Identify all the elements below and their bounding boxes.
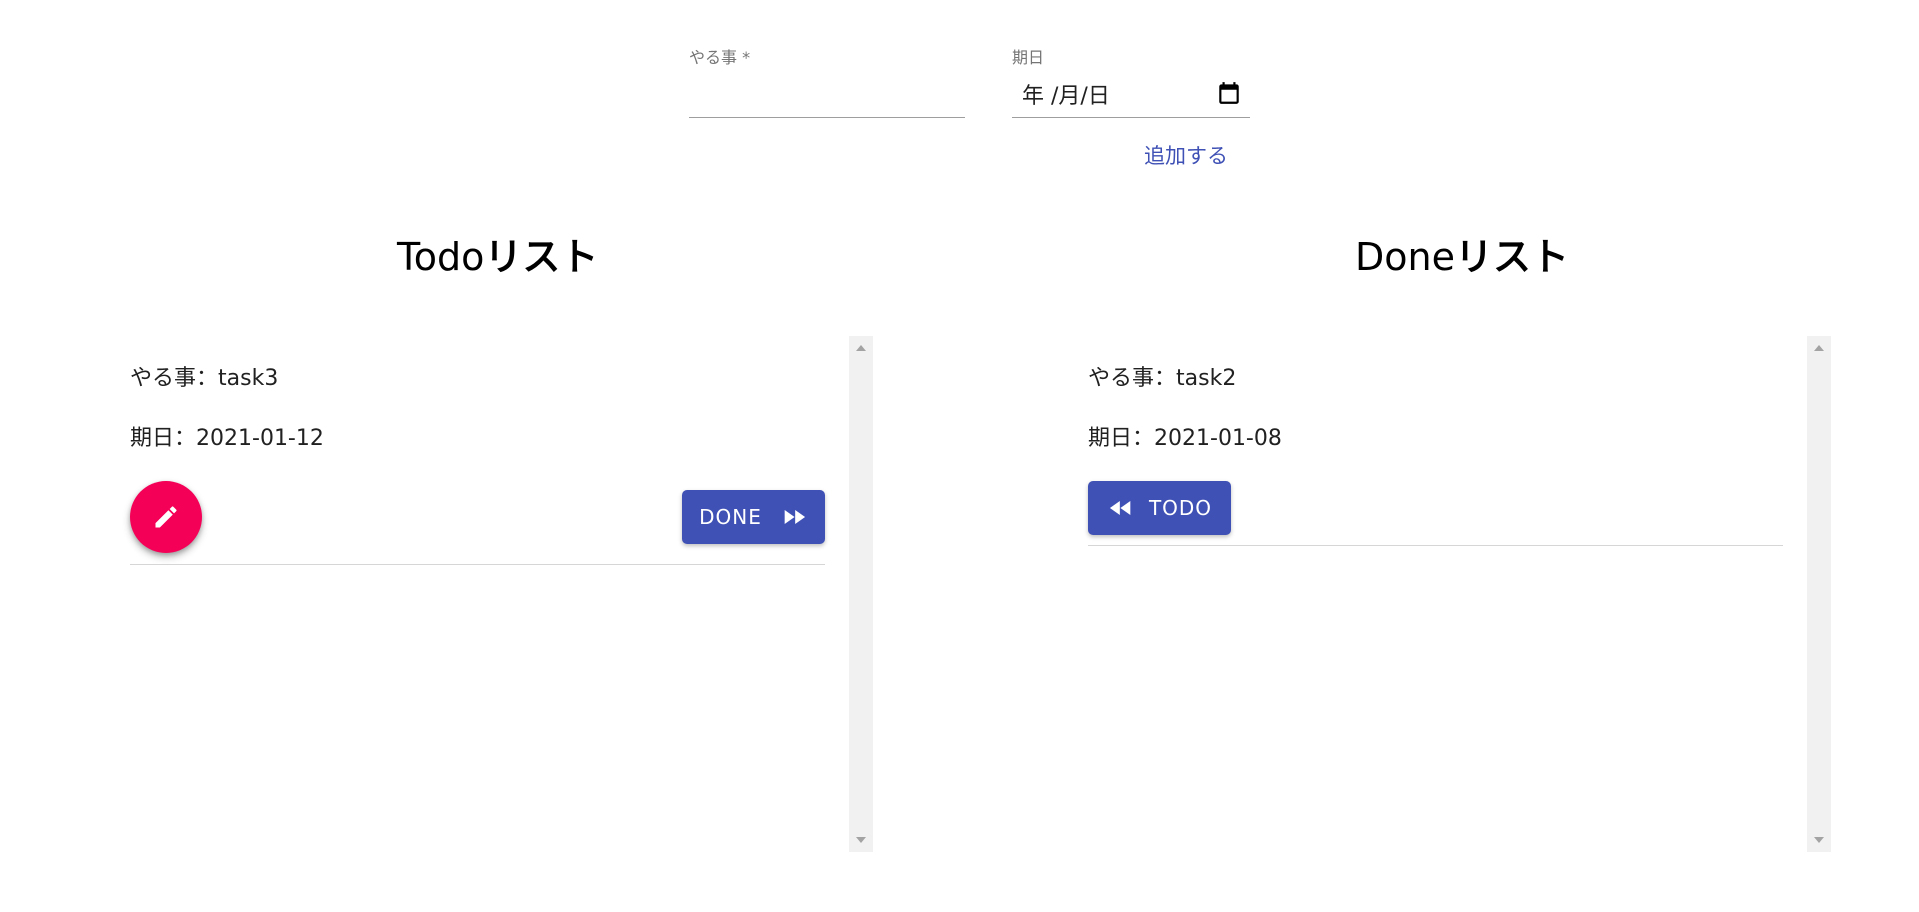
task-field-label: やる事 * [689, 48, 751, 67]
date-field-underline [1012, 117, 1250, 118]
done-title-prefix: Done [1355, 235, 1455, 279]
done-item-task-value: task2 [1176, 366, 1237, 391]
done-item-date: 期日：2021-01-08 [1088, 420, 1282, 452]
scroll-up-arrow-icon[interactable] [1814, 345, 1824, 351]
todo-item-date-label: 期日： [130, 426, 197, 451]
calendar-icon[interactable] [1216, 80, 1242, 106]
add-button[interactable]: 追加する [1120, 138, 1252, 174]
date-field-label: 期日 [1012, 48, 1045, 67]
todo-list-title: Todoリスト [397, 226, 598, 281]
todo-title-suffix: リスト [484, 235, 599, 279]
scroll-down-arrow-icon[interactable] [856, 837, 866, 843]
todo-button-label: TODO [1148, 496, 1213, 520]
done-title-suffix: リスト [1454, 235, 1569, 279]
todo-button[interactable]: TODO [1088, 481, 1231, 535]
done-item-task-label: やる事： [1088, 366, 1177, 391]
todo-list-panel: やる事：task3 期日：2021-01-12 DONE [130, 336, 873, 852]
todo-item-task-value: task3 [218, 366, 279, 391]
todo-item-date: 期日：2021-01-12 [130, 420, 324, 452]
app-root: やる事 * 期日 年 /月/日 追加する Todoリスト やる事：task3 期… [0, 0, 1919, 912]
date-field[interactable]: 期日 年 /月/日 [1012, 44, 1250, 118]
todo-item-divider [130, 564, 825, 565]
todo-item-task-label: やる事： [130, 366, 219, 391]
scroll-up-arrow-icon[interactable] [856, 345, 866, 351]
task-field-underline [689, 117, 965, 118]
done-scrollbar[interactable] [1807, 336, 1831, 852]
task-input[interactable] [689, 85, 965, 115]
fast-forward-icon [784, 510, 805, 524]
done-item-divider [1088, 545, 1783, 546]
done-item-task: やる事：task2 [1088, 360, 1236, 392]
todo-item-date-value: 2021-01-12 [196, 426, 324, 451]
done-item-date-label: 期日： [1088, 426, 1155, 451]
done-button[interactable]: DONE [682, 490, 825, 544]
scroll-down-arrow-icon[interactable] [1814, 837, 1824, 843]
todo-scrollbar[interactable] [849, 336, 873, 852]
edit-button[interactable] [130, 481, 202, 553]
todo-title-prefix: Todo [397, 235, 485, 279]
done-list-title: Doneリスト [1355, 226, 1569, 281]
date-input[interactable]: 年 /月/日 [1022, 78, 1110, 110]
pencil-icon [155, 506, 177, 528]
task-field[interactable]: やる事 * [689, 44, 965, 118]
done-button-label: DONE [699, 505, 762, 529]
rewind-icon [1109, 501, 1131, 515]
done-list-panel: やる事：task2 期日：2021-01-08 TODO [1088, 336, 1831, 852]
done-item-date-value: 2021-01-08 [1154, 426, 1282, 451]
todo-item-task: やる事：task3 [130, 360, 278, 392]
